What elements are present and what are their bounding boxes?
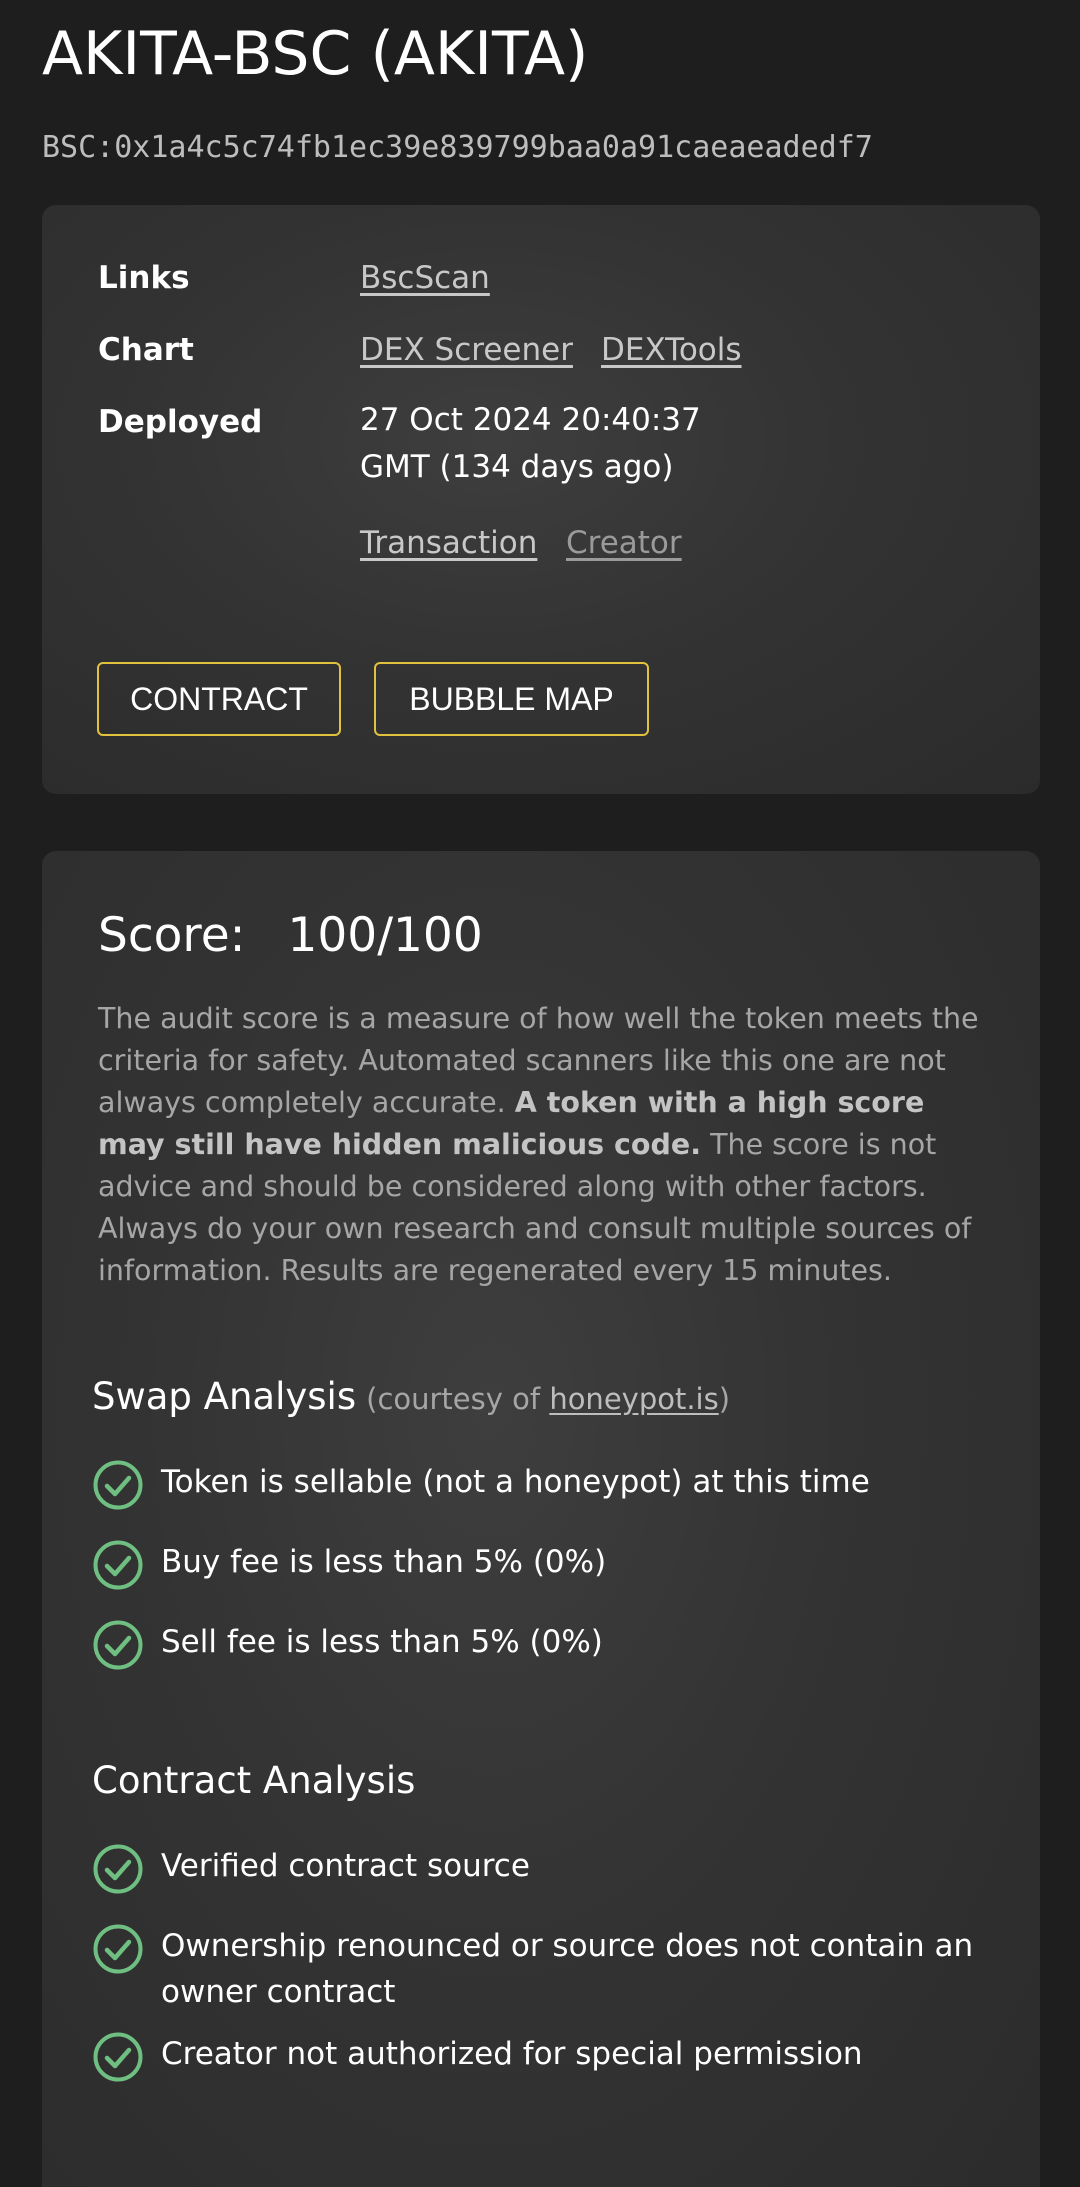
contract-button[interactable]: CONTRACT — [97, 662, 341, 736]
token-title: AKITA-BSC (AKITA) — [42, 19, 589, 89]
contract-check-text: Creator not authorized for special permi… — [161, 2036, 863, 2072]
swap-check-text: Buy fee is less than 5% (0%) — [161, 1544, 607, 1580]
bscscan-link[interactable]: BscScan — [360, 260, 490, 296]
bubble-map-button[interactable]: BUBBLE MAP — [374, 662, 649, 736]
score-label: Score: — [98, 908, 246, 963]
links-label: Links — [98, 260, 190, 296]
check-circle-icon — [93, 1844, 143, 1894]
score-value: 100/100 — [287, 908, 483, 963]
contract-check-text: Verified contract source — [161, 1848, 530, 1884]
check-circle-icon — [93, 1620, 143, 1670]
token-address: BSC:0x1a4c5c74fb1ec39e839799baa0a91caeae… — [42, 130, 873, 165]
courtesy-prefix: (courtesy of — [366, 1382, 550, 1416]
score-heading: Score: 100/100 — [98, 906, 483, 966]
score-description: The audit score is a measure of how well… — [98, 998, 998, 1292]
contract-analysis-heading: Contract Analysis — [92, 1759, 416, 1802]
swap-analysis-title: Swap Analysis — [92, 1375, 357, 1418]
dextools-link[interactable]: DEXTools — [601, 332, 742, 368]
swap-check-text: Sell fee is less than 5% (0%) — [161, 1624, 603, 1660]
deployed-age: GMT (134 days ago) — [360, 449, 674, 485]
check-circle-icon — [93, 2032, 143, 2082]
check-circle-icon — [93, 1540, 143, 1590]
honeypot-link[interactable]: honeypot.is — [549, 1382, 718, 1416]
deployed-label: Deployed — [98, 404, 263, 440]
token-info-card: Links BscScan Chart DEX Screener DEXTool… — [42, 205, 1040, 794]
score-card: Score: 100/100 The audit score is a measu… — [42, 851, 1040, 2187]
swap-check-text: Token is sellable (not a honeypot) at th… — [161, 1464, 870, 1500]
deployed-date: 27 Oct 2024 20:40:37 — [360, 402, 701, 438]
token-audit-page: AKITA-BSC (AKITA) BSC:0x1a4c5c74fb1ec39e… — [0, 0, 1080, 2187]
transaction-link[interactable]: Transaction — [360, 525, 537, 561]
check-circle-icon — [93, 1924, 143, 1974]
dexscreener-link[interactable]: DEX Screener — [360, 332, 573, 368]
swap-analysis-heading: Swap Analysis (courtesy of honeypot.is) — [92, 1372, 730, 1424]
courtesy-note: (courtesy of honeypot.is) — [366, 1382, 730, 1416]
contract-check-text: Ownership renounced or source does not c… — [161, 1928, 974, 2010]
chart-label: Chart — [98, 332, 194, 368]
courtesy-suffix: ) — [718, 1382, 731, 1416]
check-circle-icon — [93, 1460, 143, 1510]
creator-link[interactable]: Creator — [566, 525, 682, 561]
